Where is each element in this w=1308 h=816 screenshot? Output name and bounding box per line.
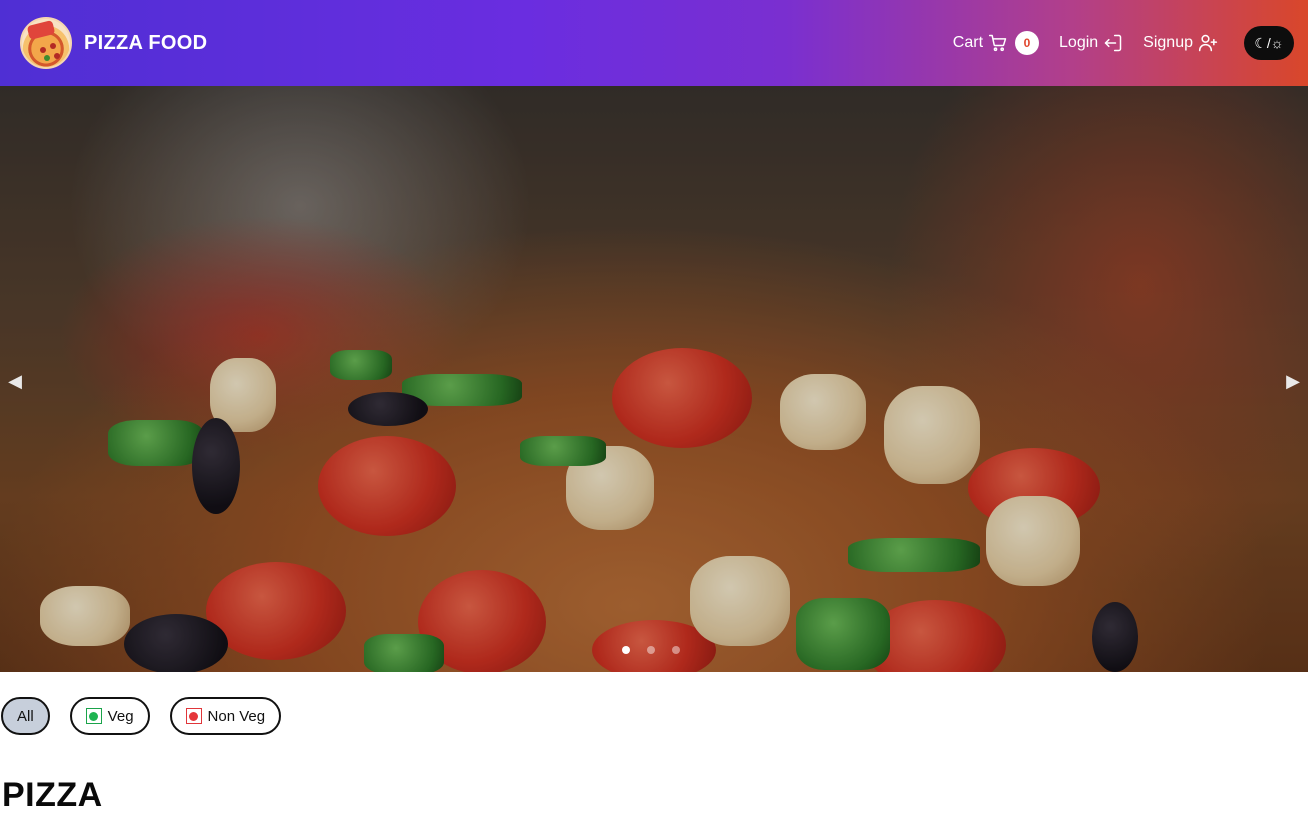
signup-button[interactable]: Signup xyxy=(1143,33,1218,53)
cart-count-badge: 0 xyxy=(1015,31,1040,55)
hero-overlay xyxy=(0,86,1308,672)
navbar: PIZZA FOOD Cart 0 Login Signup ☾/☼ xyxy=(0,0,1308,86)
carousel-indicators xyxy=(622,646,680,654)
pizza-logo-icon xyxy=(20,17,72,69)
login-icon xyxy=(1104,34,1122,52)
carousel-dot-3[interactable] xyxy=(672,646,680,654)
theme-toggle-button[interactable]: ☾/☼ xyxy=(1244,26,1294,60)
cart-label: Cart xyxy=(952,34,984,51)
hero-carousel: ◀ ▶ xyxy=(0,86,1308,672)
cart-icon xyxy=(988,34,1007,52)
carousel-next-arrow-icon[interactable]: ▶ xyxy=(1282,366,1304,396)
section-title: PIZZA xyxy=(2,776,103,814)
veg-icon xyxy=(85,708,102,724)
filter-veg-label: Veg xyxy=(107,707,134,725)
filter-nonveg-label: Non Veg xyxy=(207,707,266,725)
filter-nonveg-button[interactable]: Non Veg xyxy=(169,697,282,735)
login-button[interactable]: Login xyxy=(1059,33,1123,53)
moon-sun-icon: ☾/☼ xyxy=(1254,34,1284,51)
cart-button[interactable]: Cart 0 xyxy=(952,31,1040,55)
nonveg-icon xyxy=(185,708,202,724)
food-type-filters: All Veg Non Veg xyxy=(1,697,282,735)
brand-home-link[interactable]: PIZZA FOOD xyxy=(20,17,207,69)
signup-icon xyxy=(1198,34,1218,52)
carousel-prev-arrow-icon[interactable]: ◀ xyxy=(4,366,26,396)
filter-all-button[interactable]: All xyxy=(1,697,50,735)
filter-veg-button[interactable]: Veg xyxy=(69,697,150,735)
brand-name: PIZZA FOOD xyxy=(84,31,208,54)
nav-actions: Cart 0 Login Signup ☾/☼ xyxy=(953,26,1294,60)
filter-all-label: All xyxy=(17,707,34,725)
signup-label: Signup xyxy=(1143,34,1193,51)
carousel-dot-1[interactable] xyxy=(622,646,630,654)
carousel-dot-2[interactable] xyxy=(647,646,655,654)
login-label: Login xyxy=(1059,34,1099,51)
